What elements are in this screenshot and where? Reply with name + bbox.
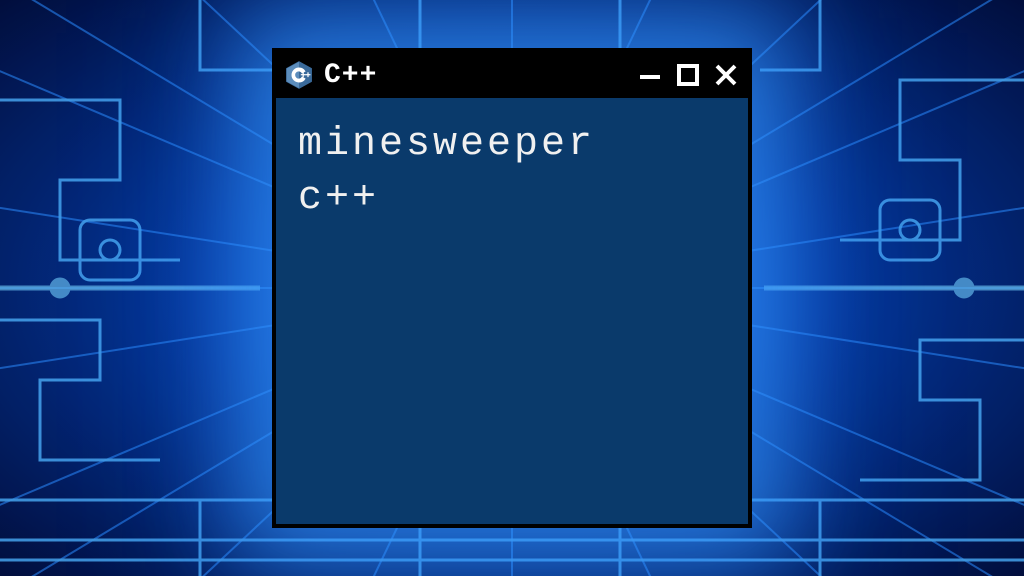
terminal-line: minesweeper — [298, 118, 726, 172]
close-button[interactable] — [714, 63, 738, 87]
terminal-window: C++ minesweeper c++ — [272, 48, 752, 528]
cpp-language-icon — [284, 60, 314, 90]
minimize-button[interactable] — [638, 63, 662, 87]
terminal-line: c++ — [298, 172, 726, 226]
window-title: C++ — [324, 60, 638, 91]
terminal-content-area[interactable]: minesweeper c++ — [276, 98, 748, 524]
maximize-button[interactable] — [676, 63, 700, 87]
window-titlebar[interactable]: C++ — [276, 52, 748, 98]
window-controls — [638, 63, 738, 87]
